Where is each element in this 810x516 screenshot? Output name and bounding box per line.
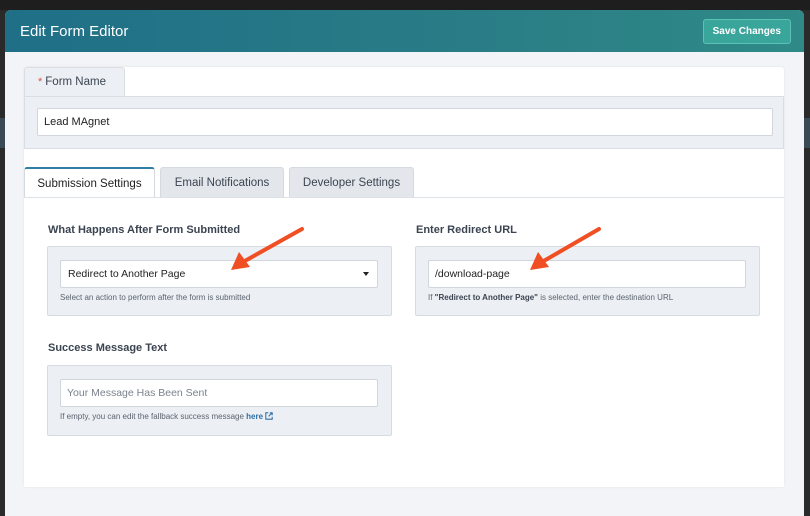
redirect-url-help: If "Redirect to Another Page" is selecte… xyxy=(428,293,673,302)
settings-tabs: Submission Settings Email Notifications … xyxy=(24,167,419,198)
edit-form-modal: Edit Form Editor Save Changes * Form Nam… xyxy=(5,10,804,516)
external-link-icon[interactable] xyxy=(265,412,273,420)
form-name-label-text: Form Name xyxy=(45,76,106,88)
form-editor-card: * Form Name Lead MAgnet Submission Setti… xyxy=(24,67,784,487)
modal-title: Edit Form Editor xyxy=(20,22,129,40)
fallback-message-link[interactable]: here xyxy=(246,412,263,421)
red-arrow-icon xyxy=(530,227,601,270)
tab-submission-settings[interactable]: Submission Settings xyxy=(24,167,155,198)
success-message-help: If empty, you can edit the fallback succ… xyxy=(60,412,273,421)
redirect-help-prefix: If xyxy=(428,293,435,302)
save-changes-button[interactable]: Save Changes xyxy=(702,18,791,44)
form-name-input[interactable]: Lead MAgnet xyxy=(37,108,773,136)
after-submit-help: Select an action to perform after the fo… xyxy=(60,293,251,302)
submission-settings-panel: What Happens After Form Submitted Redire… xyxy=(24,197,784,487)
redirect-help-bold: "Redirect to Another Page" xyxy=(434,293,538,302)
background-topbar xyxy=(0,0,810,10)
required-marker: * xyxy=(38,76,43,88)
redirect-url-label: Enter Redirect URL xyxy=(416,224,517,236)
red-arrow-icon xyxy=(231,227,304,270)
tab-email-notifications[interactable]: Email Notifications xyxy=(160,167,284,197)
form-name-panel: Lead MAgnet xyxy=(24,96,784,149)
background-fragment-right xyxy=(804,118,810,148)
success-message-label: Success Message Text xyxy=(48,342,168,354)
tab-developer-settings[interactable]: Developer Settings xyxy=(289,167,414,197)
after-submit-select[interactable]: Redirect to Another Page xyxy=(60,260,378,288)
modal-header: Edit Form Editor Save Changes xyxy=(5,10,804,52)
after-submit-label: What Happens After Form Submitted xyxy=(48,224,241,236)
form-name-label: * Form Name xyxy=(24,67,125,96)
after-submit-selected-value: Redirect to Another Page xyxy=(68,268,186,280)
success-message-panel: Your Message Has Been Sent If empty, you… xyxy=(47,365,392,436)
success-message-input[interactable]: Your Message Has Been Sent xyxy=(60,379,378,407)
redirect-help-suffix: is selected, enter the destination URL xyxy=(537,293,674,302)
after-submit-panel: Redirect to Another Page Select an actio… xyxy=(47,246,392,316)
success-help-prefix: If empty, you can edit the fallback succ… xyxy=(60,412,247,421)
caret-down-icon xyxy=(363,272,369,276)
